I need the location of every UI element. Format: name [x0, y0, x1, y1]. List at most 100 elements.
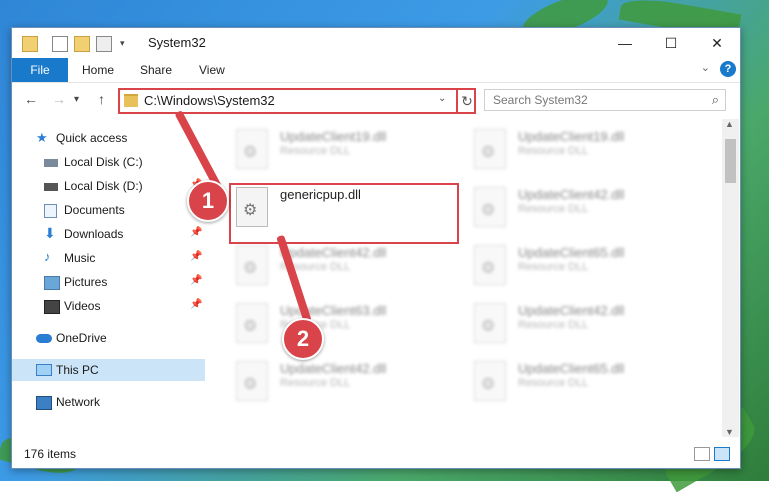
title-bar: ▾ System32 — ☐ ✕ — [12, 28, 740, 58]
file-item[interactable]: ⚙ UpdateClient19.dll Resource DLL — [470, 125, 690, 173]
scroll-up-icon[interactable]: ▲ — [725, 119, 734, 129]
pin-icon[interactable]: 📌 — [190, 251, 202, 262]
sidebar-item-music[interactable]: ♪ Music 📌 — [12, 247, 205, 269]
sidebar-item-label: OneDrive — [56, 331, 107, 345]
file-item[interactable]: ⚙ UpdateClient42.dll Resource DLL — [470, 183, 690, 231]
tab-share[interactable]: Share — [140, 63, 172, 77]
gear-icon: ⚙ — [481, 260, 496, 277]
gear-icon: ⚙ — [243, 376, 258, 393]
gear-icon: ⚙ — [481, 318, 496, 335]
file-name: UpdateClient42.dll — [280, 361, 387, 376]
chevron-down-icon[interactable]: ⌄ — [701, 61, 710, 74]
help-icon[interactable]: ? — [720, 61, 736, 77]
sidebar-item-network[interactable]: Network — [12, 391, 205, 413]
file-name: UpdateClient42.dll — [280, 245, 387, 260]
sidebar-item-label: Documents — [64, 203, 125, 217]
vertical-scrollbar[interactable]: ▲ ▼ — [722, 119, 739, 437]
sidebar-item-pictures[interactable]: Pictures 📌 — [12, 271, 205, 293]
tab-home[interactable]: Home — [82, 63, 114, 77]
dll-file-icon: ⚙ — [474, 187, 506, 227]
sidebar-item-local-disk-c[interactable]: Local Disk (C:) — [12, 151, 205, 173]
file-description: Resource DLL — [518, 145, 589, 157]
sidebar-item-quick-access[interactable]: ★ Quick access — [12, 127, 205, 149]
gear-icon: ⚙ — [243, 260, 258, 277]
videos-icon — [44, 300, 60, 314]
file-description: Resource DLL — [518, 203, 589, 215]
address-bar[interactable]: C:\Windows\System32 ⌄ ↻ — [118, 88, 476, 114]
file-name: UpdateClient65.dll — [518, 361, 625, 376]
sidebar-item-onedrive[interactable]: OneDrive — [12, 327, 205, 349]
sidebar-item-label: Local Disk (C:) — [64, 155, 143, 169]
documents-icon — [44, 204, 57, 218]
file-item[interactable]: ⚙ UpdateClient42.dll Resource DLL — [470, 299, 690, 347]
file-name: UpdateClient42.dll — [518, 303, 625, 318]
file-item[interactable]: ⚙ UpdateClient65.dll Resource DLL — [470, 357, 690, 405]
gear-icon: ⚙ — [481, 376, 496, 393]
chevron-down-icon[interactable]: ▾ — [120, 36, 134, 50]
sidebar-item-label: Downloads — [64, 227, 124, 241]
close-button[interactable]: ✕ — [694, 28, 740, 58]
window-title: System32 — [148, 35, 206, 50]
tab-file[interactable]: File — [12, 58, 68, 82]
properties-icon[interactable] — [52, 36, 68, 52]
chevron-down-icon[interactable]: ⌄ — [438, 93, 446, 104]
sidebar-item-label: Network — [56, 395, 101, 409]
file-name: UpdateClient63.dll — [280, 303, 387, 318]
file-name: UpdateClient19.dll — [280, 129, 387, 144]
sidebar-item-videos[interactable]: Videos 📌 — [12, 295, 205, 317]
maximize-button[interactable]: ☐ — [648, 28, 694, 58]
back-arrow-icon[interactable]: ← — [24, 91, 38, 107]
scroll-down-icon[interactable]: ▼ — [725, 427, 734, 437]
file-description: Resource DLL — [518, 319, 589, 331]
folder-icon — [124, 94, 138, 107]
customize-toolbar-icon[interactable] — [96, 36, 112, 52]
star-icon: ★ — [36, 130, 48, 145]
sidebar-item-this-pc[interactable]: This PC — [12, 359, 205, 381]
recent-locations-chevron-icon[interactable]: ▾ — [74, 94, 79, 105]
sidebar-item-label: Videos — [64, 299, 101, 313]
step-badge-2: 2 — [282, 318, 324, 360]
sidebar-item-label: Music — [64, 251, 96, 265]
sidebar-item-downloads[interactable]: ⬇ Downloads 📌 — [12, 223, 205, 245]
file-description: Resource DLL — [280, 145, 351, 157]
tab-view[interactable]: View — [199, 63, 225, 77]
file-name: UpdateClient65.dll — [518, 245, 625, 260]
sidebar-item-documents[interactable]: Documents 📌 — [12, 199, 205, 221]
navigation-bar: ← → ▾ ↑ C:\Windows\System32 ⌄ ↻ Search S… — [12, 83, 740, 117]
details-view-icon[interactable] — [694, 447, 710, 461]
forward-arrow-icon[interactable]: → — [52, 91, 66, 107]
new-folder-icon[interactable] — [74, 36, 90, 52]
cloud-icon — [36, 334, 52, 343]
refresh-icon[interactable]: ↻ — [456, 90, 476, 112]
folder-icon — [22, 36, 38, 52]
pc-icon — [36, 364, 52, 376]
up-arrow-icon[interactable]: ↑ — [98, 91, 105, 107]
search-input[interactable]: Search System32 — [493, 93, 588, 107]
gear-icon: ⚙ — [243, 318, 258, 335]
file-item[interactable]: ⚙ UpdateClient42.dll Resource DLL — [232, 357, 452, 405]
minimize-button[interactable]: — — [602, 28, 648, 58]
file-item[interactable]: ⚙ UpdateClient65.dll Resource DLL — [470, 241, 690, 289]
file-item[interactable]: ⚙ UpdateClient42.dll Resource DLL — [232, 241, 452, 289]
scrollbar-thumb[interactable] — [725, 139, 736, 183]
file-item[interactable]: ⚙ UpdateClient63.dll Resource DLL — [232, 299, 452, 347]
dll-file-icon: ⚙ — [474, 245, 506, 285]
sidebar-item-label: Local Disk (D:) — [64, 179, 143, 193]
pin-icon[interactable]: 📌 — [190, 227, 202, 238]
address-path[interactable]: C:\Windows\System32 — [144, 93, 275, 108]
file-name: UpdateClient42.dll — [518, 187, 625, 202]
large-icons-view-icon[interactable] — [714, 447, 730, 461]
pin-icon[interactable]: 📌 — [190, 275, 202, 286]
search-box[interactable]: Search System32 ⌕ — [484, 89, 726, 111]
item-count: 176 items — [24, 447, 77, 461]
drive-icon — [44, 159, 58, 167]
pin-icon[interactable]: 📌 — [190, 299, 202, 310]
gear-icon: ⚙ — [243, 144, 258, 161]
gear-icon: ⚙ — [481, 202, 496, 219]
file-item[interactable]: ⚙ UpdateClient19.dll Resource DLL — [232, 125, 452, 173]
search-icon[interactable]: ⌕ — [712, 92, 719, 108]
dll-file-icon: ⚙ — [236, 129, 268, 169]
dll-file-icon: ⚙ — [474, 361, 506, 401]
sidebar-item-local-disk-d[interactable]: Local Disk (D:) 📌 — [12, 175, 205, 197]
pictures-icon — [44, 276, 60, 290]
